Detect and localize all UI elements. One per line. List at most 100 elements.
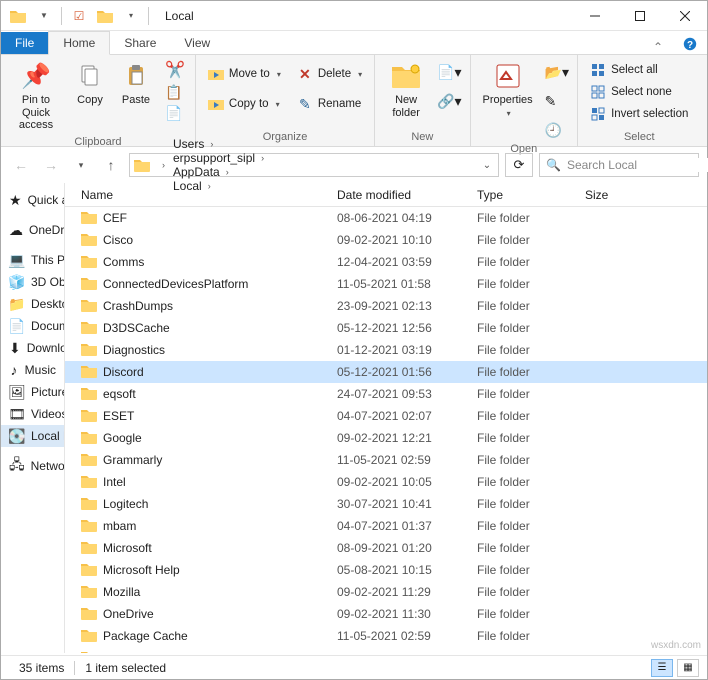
easy-access-icon[interactable]: 🔗▾ <box>435 91 463 112</box>
file-row[interactable]: Grammarly11-05-2021 02:59File folder <box>65 449 707 471</box>
file-row[interactable]: ESET04-07-2021 02:07File folder <box>65 405 707 427</box>
file-row[interactable]: Mozilla09-02-2021 11:29File folder <box>65 581 707 603</box>
copy-to-button[interactable]: Copy to▾ <box>202 94 287 114</box>
collapse-ribbon-icon[interactable]: ⌃ <box>643 40 673 54</box>
cell-type: File folder <box>469 255 577 269</box>
properties-qat-icon[interactable]: ☑ <box>68 5 90 27</box>
column-type[interactable]: Type <box>469 188 577 202</box>
forward-button[interactable]: → <box>39 153 63 177</box>
file-row[interactable]: CrashDumps23-09-2021 02:13File folder <box>65 295 707 317</box>
file-row[interactable]: Microsoft08-09-2021 01:20File folder <box>65 537 707 559</box>
recent-locations-button[interactable]: ▾ <box>69 153 93 177</box>
address-bar[interactable]: › Users›erpsupport_sipl›AppData›Local› ⌄ <box>129 153 499 177</box>
nav-item[interactable]: 💽Local Disk <box>1 425 64 447</box>
nav-item[interactable]: 📄Documents <box>1 315 64 337</box>
history-icon[interactable]: 🕘 <box>543 120 571 141</box>
file-row[interactable]: Intel09-02-2021 10:05File folder <box>65 471 707 493</box>
tab-file[interactable]: File <box>1 32 48 54</box>
cell-name: Intel <box>73 474 329 491</box>
close-button[interactable] <box>662 1 707 31</box>
file-row[interactable]: eqsoft24-07-2021 09:53File folder <box>65 383 707 405</box>
help-icon[interactable]: ? <box>673 37 707 54</box>
nav-item[interactable]: 🖧Network <box>1 455 64 477</box>
cell-date: 05-08-2021 10:15 <box>329 563 469 577</box>
file-rows[interactable]: CEF08-06-2021 04:19File folderCisco09-02… <box>65 207 707 653</box>
select-all-button[interactable]: Select all <box>584 60 694 80</box>
cell-type: File folder <box>469 475 577 489</box>
file-row[interactable]: Package Cache11-05-2021 02:59File folder <box>65 625 707 647</box>
new-folder-button[interactable]: New folder <box>381 58 431 121</box>
tab-share[interactable]: Share <box>110 32 170 54</box>
breadcrumb-segment[interactable]: AppData› <box>169 165 268 179</box>
nav-item[interactable]: 🖼Pictures <box>1 381 64 403</box>
details-view-button[interactable]: ☰ <box>651 659 673 677</box>
breadcrumb-root[interactable]: › <box>152 160 169 170</box>
copy-button[interactable]: Copy <box>69 58 111 109</box>
copy-path-icon[interactable]: 📋 <box>161 82 189 103</box>
nav-item[interactable]: ★Quick access <box>1 189 64 211</box>
file-row[interactable]: D3DSCache05-12-2021 12:56File folder <box>65 317 707 339</box>
new-item-icon[interactable]: 📄▾ <box>435 62 463 83</box>
rename-button[interactable]: ✎ Rename <box>291 94 368 114</box>
file-row[interactable]: Comms12-04-2021 03:59File folder <box>65 251 707 273</box>
ribbon-group-clipboard: 📌 Pin to Quick access Copy Paste ✂️ 📋 📄 <box>1 55 196 146</box>
search-input[interactable] <box>567 158 708 172</box>
file-row[interactable]: ConnectedDevicesPlatform11-05-2021 01:58… <box>65 273 707 295</box>
column-name[interactable]: Name <box>73 188 329 202</box>
file-row[interactable]: Discord05-12-2021 01:56File folder <box>65 361 707 383</box>
paste-shortcut-icon[interactable]: 📄 <box>161 103 189 124</box>
refresh-button[interactable]: ⟳ <box>505 153 533 177</box>
file-row[interactable]: Diagnostics01-12-2021 03:19File folder <box>65 339 707 361</box>
cell-date: 09-02-2021 12:21 <box>329 431 469 445</box>
invert-selection-icon <box>590 106 606 122</box>
folder-icon <box>81 650 97 654</box>
file-row[interactable]: Microsoft Help05-08-2021 10:15File folde… <box>65 559 707 581</box>
new-folder-qat-icon[interactable] <box>94 5 116 27</box>
paste-button[interactable]: Paste <box>115 58 157 109</box>
thumbnails-view-button[interactable]: ▦ <box>677 659 699 677</box>
invert-selection-button[interactable]: Invert selection <box>584 104 694 124</box>
tab-home[interactable]: Home <box>48 31 110 55</box>
move-to-button[interactable]: Move to▾ <box>202 64 287 84</box>
delete-button[interactable]: ✕ Delete▾ <box>291 64 368 84</box>
nav-item[interactable]: 💻This PC <box>1 249 64 271</box>
cut-icon[interactable]: ✂️ <box>161 58 189 82</box>
pin-to-quick-access-button[interactable]: 📌 Pin to Quick access <box>7 58 65 134</box>
file-row[interactable]: Cisco09-02-2021 10:10File folder <box>65 229 707 251</box>
column-headers[interactable]: Name Date modified Type Size <box>65 183 707 207</box>
file-row[interactable]: OneDrive09-02-2021 11:30File folder <box>65 603 707 625</box>
properties-icon <box>492 60 524 92</box>
column-size[interactable]: Size <box>577 188 707 202</box>
maximize-button[interactable] <box>617 1 662 31</box>
select-none-button[interactable]: Select none <box>584 82 694 102</box>
nav-item[interactable]: 🎞Videos <box>1 403 64 425</box>
chevron-right-icon: › <box>210 139 213 149</box>
file-row[interactable]: Packages04-12-2021 05:37File folder <box>65 647 707 653</box>
file-row[interactable]: mbam04-07-2021 01:37File folder <box>65 515 707 537</box>
column-date[interactable]: Date modified <box>329 188 469 202</box>
nav-item[interactable]: ♪Music <box>1 359 64 381</box>
nav-item[interactable]: 🧊3D Objects <box>1 271 64 293</box>
file-row[interactable]: CEF08-06-2021 04:19File folder <box>65 207 707 229</box>
properties-button[interactable]: Properties ▾ <box>477 58 539 121</box>
folder-icon <box>81 606 97 623</box>
back-button[interactable]: ← <box>9 153 33 177</box>
file-row[interactable]: Logitech30-07-2021 10:41File folder <box>65 493 707 515</box>
nav-item[interactable]: 📁Desktop <box>1 293 64 315</box>
qat-customize-icon[interactable]: ▾ <box>120 5 142 27</box>
qat-dropdown-icon[interactable]: ▼ <box>33 5 55 27</box>
file-row[interactable]: Google09-02-2021 12:21File folder <box>65 427 707 449</box>
open-icon[interactable]: 📂▾ <box>543 62 571 83</box>
search-box[interactable]: 🔍 <box>539 153 699 177</box>
navigation-pane[interactable]: ★Quick access ☁OneDrive 💻This PC🧊3D Object… <box>1 183 65 653</box>
breadcrumb-segment[interactable]: Users› <box>169 137 268 151</box>
address-history-dropdown[interactable]: ⌄ <box>478 160 496 171</box>
minimize-button[interactable] <box>572 1 617 31</box>
nav-item[interactable]: ☁OneDrive <box>1 219 64 241</box>
cell-date: 11-05-2021 02:59 <box>329 629 469 643</box>
up-button[interactable]: ↑ <box>99 153 123 177</box>
edit-icon[interactable]: ✎ <box>543 91 571 112</box>
tab-view[interactable]: View <box>170 32 224 54</box>
breadcrumb-segment[interactable]: erpsupport_sipl› <box>169 151 268 165</box>
nav-item[interactable]: ⬇Downloads <box>1 337 64 359</box>
